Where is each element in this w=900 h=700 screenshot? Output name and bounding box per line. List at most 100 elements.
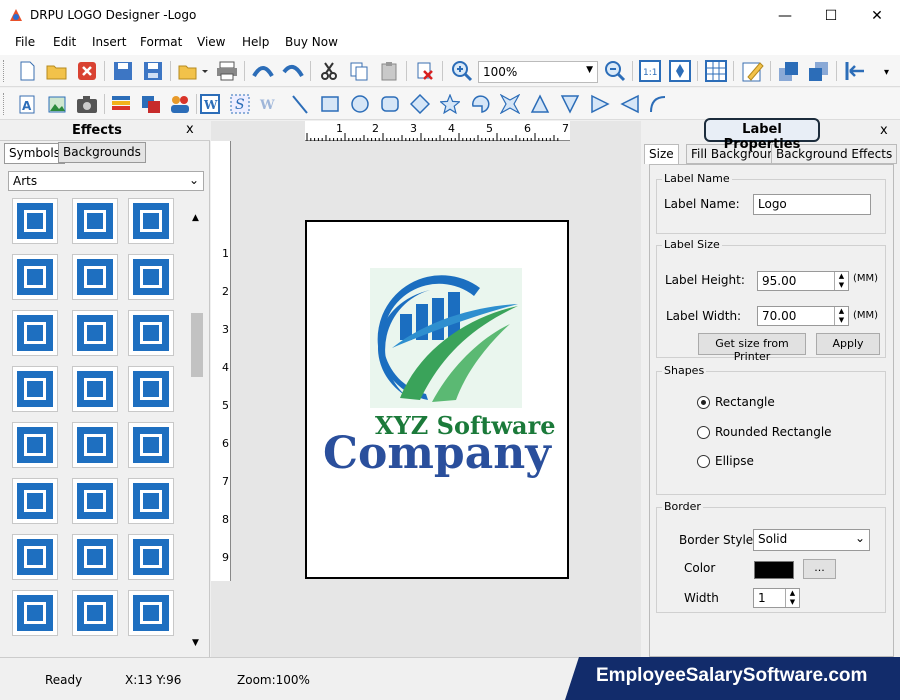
fit-to-window-icon[interactable] [668,59,692,83]
close-button[interactable]: ✕ [854,0,900,31]
export-icon[interactable] [176,59,210,83]
symbol-thumbnail[interactable] [128,534,174,580]
close-icon[interactable]: x [186,122,194,137]
menu-view[interactable]: View [197,35,225,49]
symbol-thumbnail[interactable] [12,254,58,300]
shape-rounded-rectangle-radio[interactable] [697,426,710,439]
symbol-thumbnail[interactable] [128,422,174,468]
print-icon[interactable] [215,59,239,83]
redo-icon[interactable] [281,59,305,83]
new-icon[interactable] [15,59,39,83]
apply-button[interactable]: Apply [816,333,880,355]
label-height-input[interactable]: 95.00 ▲ ▼ [757,271,849,291]
star-tool-icon[interactable] [438,92,462,116]
symbol-thumbnail[interactable] [12,310,58,356]
zoom-select[interactable]: 100% ▼ [478,61,598,83]
line-tool-icon[interactable] [288,92,312,116]
word-art-icon[interactable]: W [198,92,222,116]
symbol-thumbnail[interactable] [12,534,58,580]
symbol-thumbnail[interactable] [128,366,174,412]
signature-icon[interactable]: S [228,92,252,116]
symbol-thumbnail[interactable] [12,478,58,524]
delete-icon[interactable] [413,59,437,83]
bring-front-icon[interactable] [777,59,801,83]
watermark-icon[interactable]: W [257,92,281,116]
symbol-thumbnail[interactable] [72,422,118,468]
symbols-scrollbar[interactable]: ▲ ▼ [188,213,205,653]
logo-text-company[interactable]: Company [323,428,551,479]
symbol-thumbnail[interactable] [128,310,174,356]
shape-ellipse-label[interactable]: Ellipse [715,454,754,468]
library-icon[interactable] [109,92,133,116]
symbol-thumbnail[interactable] [128,198,174,244]
rectangle-tool-icon[interactable] [318,92,342,116]
border-color-swatch[interactable] [754,561,794,579]
symbol-thumbnail[interactable] [72,534,118,580]
curve-tool-icon[interactable] [646,92,670,116]
logo-graphic[interactable] [370,268,522,408]
menu-buy-now[interactable]: Buy Now [285,35,338,49]
menu-insert[interactable]: Insert [92,35,126,49]
actual-size-icon[interactable]: 1:1 [638,59,662,83]
close-document-icon[interactable] [75,59,99,83]
send-back-icon[interactable] [807,59,831,83]
symbol-thumbnail[interactable] [72,254,118,300]
minimize-button[interactable]: — [762,0,808,31]
camera-icon[interactable] [75,92,99,116]
save-as-icon[interactable] [141,59,165,83]
spin-arrows-icon[interactable]: ▲ ▼ [834,307,848,325]
ellipse-tool-icon[interactable] [348,92,372,116]
triangle-right-tool-icon[interactable] [588,92,612,116]
get-size-from-printer-button[interactable]: Get size from Printer [698,333,806,363]
close-icon[interactable]: x [880,123,888,138]
symbol-thumbnail[interactable] [12,422,58,468]
cut-icon[interactable] [317,59,341,83]
users-icon[interactable] [168,92,192,116]
symbol-thumbnail[interactable] [12,366,58,412]
tab-backgrounds[interactable]: Backgrounds [58,142,146,163]
shape-ellipse-radio[interactable] [697,455,710,468]
triangle-left-tool-icon[interactable] [618,92,642,116]
border-width-input[interactable]: 1 ▲ ▼ [753,588,800,608]
zoom-in-icon[interactable] [450,59,474,83]
align-left-icon[interactable] [843,59,867,83]
zoom-out-icon[interactable] [603,59,627,83]
shape-rounded-rectangle-label[interactable]: Rounded Rectangle [715,425,832,439]
triangle-tool-icon[interactable] [528,92,552,116]
shape-rectangle-label[interactable]: Rectangle [715,395,775,409]
symbol-thumbnail[interactable] [12,590,58,636]
paste-icon[interactable] [377,59,401,83]
border-style-select[interactable]: Solid ⌄ [753,529,870,551]
burst-tool-icon[interactable] [498,92,522,116]
copy-icon[interactable] [347,59,371,83]
toolbar-overflow-icon[interactable]: ▾ [884,67,889,78]
spin-arrows-icon[interactable]: ▲ ▼ [785,589,799,607]
grid-icon[interactable] [704,59,728,83]
tab-symbols[interactable]: Symbols [4,143,65,164]
symbol-thumbnail[interactable] [72,478,118,524]
text-icon[interactable]: A [15,92,39,116]
tab-size[interactable]: Size [644,144,679,164]
toolbar-grip[interactable] [3,60,6,82]
scrollbar-thumb[interactable] [191,313,203,377]
symbol-thumbnail[interactable] [72,590,118,636]
symbol-thumbnail[interactable] [12,198,58,244]
image-icon[interactable] [45,92,69,116]
diamond-tool-icon[interactable] [408,92,432,116]
symbol-thumbnail[interactable] [72,198,118,244]
rounded-rectangle-tool-icon[interactable] [378,92,402,116]
symbol-thumbnail[interactable] [128,590,174,636]
symbol-thumbnail[interactable] [128,254,174,300]
menu-file[interactable]: File [15,35,35,49]
menu-help[interactable]: Help [242,35,269,49]
arc-tool-icon[interactable] [468,92,492,116]
label-width-input[interactable]: 70.00 ▲ ▼ [757,306,849,326]
scroll-down-icon[interactable]: ▼ [192,638,199,648]
scroll-up-icon[interactable]: ▲ [192,213,199,223]
triangle-down-tool-icon[interactable] [558,92,582,116]
menu-format[interactable]: Format [140,35,182,49]
shape-rectangle-radio[interactable] [697,396,710,409]
symbol-thumbnail[interactable] [128,478,174,524]
maximize-button[interactable]: ☐ [808,0,854,31]
layers-icon[interactable] [139,92,163,116]
